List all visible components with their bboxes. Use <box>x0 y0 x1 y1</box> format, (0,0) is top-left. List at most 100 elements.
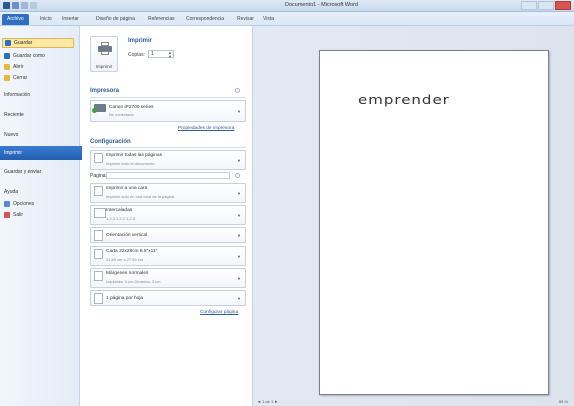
folder-icon <box>4 64 10 70</box>
print-range-dropdown[interactable]: Imprimir todas las páginas Imprimir todo… <box>90 150 246 170</box>
printer-icon <box>98 42 112 55</box>
nav-label: Imprimir <box>4 150 23 156</box>
quick-access-toolbar <box>3 2 37 10</box>
nav-guardar-como[interactable]: Guardar como <box>4 53 45 59</box>
tab-correspondencia[interactable]: Correspondencia <box>186 14 224 25</box>
copies-label: Copias: <box>128 52 145 58</box>
nav-salir[interactable]: Salir <box>4 212 23 218</box>
word-logo-icon <box>3 2 10 9</box>
page-navigator[interactable]: ◄ 1 de 1 ► <box>257 399 278 404</box>
option-sub: 21.59 cm x 27.94 cm <box>106 257 144 262</box>
nav-label: Guardar y enviar <box>4 169 42 175</box>
exit-icon <box>4 212 10 218</box>
printer-name: Canon iP2700 series <box>109 105 154 110</box>
chevron-down-icon: ▼ <box>237 296 241 301</box>
window-title: Documento1 - Microsoft Word <box>285 2 358 8</box>
nav-imprimir[interactable]: Imprimir <box>0 146 88 160</box>
save-icon[interactable] <box>12 2 19 9</box>
option-sub: Imprimir todo el documento <box>106 161 155 166</box>
divider <box>90 147 246 148</box>
info-icon[interactable] <box>235 88 240 93</box>
backstage-nav: Guardar Guardar como Abrir Cerrar Inform… <box>0 26 88 406</box>
preview-page: emprender <box>319 50 549 395</box>
print-button-label: Imprimir <box>95 64 113 69</box>
tab-insertar[interactable]: Insertar <box>62 14 79 25</box>
print-preview: emprender ◄ 1 de 1 ► 55 % <box>252 26 574 406</box>
option-main: Carta 22x28cm 8.5"x11" <box>106 249 158 254</box>
sides-dropdown[interactable]: Imprimir a una cara Imprimir solo en una… <box>90 183 246 203</box>
chevron-down-icon: ▼ <box>237 276 241 281</box>
nav-nuevo[interactable]: Nuevo <box>4 132 18 138</box>
nav-label: Ayuda <box>4 189 19 195</box>
tab-vista[interactable]: Vista <box>263 14 274 25</box>
printer-status: No conectado <box>109 112 134 117</box>
pages-per-sheet-dropdown[interactable]: 1 página por hoja ▼ <box>90 290 246 306</box>
nav-abrir[interactable]: Abrir <box>4 64 24 70</box>
nav-label: Guardar <box>14 40 33 46</box>
option-sub: 1,2,3 1,2,3 1,2,3 <box>106 216 135 221</box>
chevron-down-icon: ▼ <box>237 213 241 218</box>
nav-label: Nuevo <box>4 132 19 138</box>
tab-inicio[interactable]: Inicio <box>40 14 52 25</box>
pages-icon <box>94 153 103 163</box>
portrait-icon <box>94 230 103 241</box>
collate-dropdown[interactable]: Intercaladas 1,2,3 1,2,3 1,2,3 ▼ <box>90 205 246 225</box>
ribbon-tabs: Archivo Inicio Insertar Diseño de página… <box>0 12 574 26</box>
info-icon[interactable] <box>235 173 240 178</box>
divider <box>90 97 246 98</box>
nav-guardar-enviar[interactable]: Guardar y enviar <box>4 169 41 175</box>
orientation-dropdown[interactable]: Orientación vertical ▼ <box>90 227 246 243</box>
minimize-button[interactable] <box>521 1 537 10</box>
nav-reciente[interactable]: Reciente <box>4 112 24 118</box>
nav-label: Guardar como <box>13 53 45 59</box>
tab-diseno-pagina[interactable]: Diseño de página <box>96 14 135 25</box>
nav-opciones[interactable]: Opciones <box>4 201 34 207</box>
tab-referencias[interactable]: Referencias <box>148 14 175 25</box>
chevron-down-icon: ▼ <box>237 109 241 114</box>
chevron-down-icon: ▼ <box>237 158 241 163</box>
print-heading: Imprimir <box>128 38 153 44</box>
printer-dropdown[interactable]: Canon iP2700 series No conectado ▼ <box>90 100 246 122</box>
maximize-button[interactable] <box>538 1 554 10</box>
undo-icon[interactable] <box>21 2 28 9</box>
print-button[interactable]: Imprimir <box>90 36 118 72</box>
print-settings-panel: Imprimir Imprimir Copias: 1 ▲ ▼ Impresora… <box>82 26 252 406</box>
options-icon <box>4 201 10 207</box>
copies-stepper[interactable]: 1 ▲ ▼ <box>148 50 174 58</box>
redo-icon[interactable] <box>30 2 37 9</box>
nav-guardar[interactable]: Guardar <box>2 38 74 48</box>
collate-icon <box>94 208 106 218</box>
option-main: 1 página por hoja <box>106 296 144 301</box>
margins-dropdown[interactable]: Márgenes normales Izquierda: 3 cm Derech… <box>90 268 246 288</box>
option-main: Intercaladas <box>106 208 133 213</box>
nav-ayuda[interactable]: Ayuda <box>4 189 18 195</box>
save-icon <box>5 40 11 46</box>
paper-size-dropdown[interactable]: Carta 22x28cm 8.5"x11" 21.59 cm x 27.94 … <box>90 246 246 266</box>
option-main: Imprimir a una cara <box>106 186 148 191</box>
nav-cerrar[interactable]: Cerrar <box>4 75 27 81</box>
spin-arrows-icon[interactable]: ▲ ▼ <box>168 51 172 59</box>
printer-status-icon <box>92 104 106 113</box>
nav-label: Información <box>4 92 31 98</box>
chevron-down-icon: ▼ <box>237 233 241 238</box>
printer-properties-link[interactable]: Propiedades de impresora <box>178 126 234 131</box>
folder-close-icon <box>4 75 10 81</box>
chevron-down-icon: ▼ <box>237 191 241 196</box>
copies-value: 1 <box>151 51 154 57</box>
pages-input[interactable] <box>106 172 230 179</box>
close-button[interactable] <box>555 1 571 10</box>
option-sub: Izquierda: 3 cm Derecha: 3 cm <box>106 279 161 284</box>
tab-revisar[interactable]: Revisar <box>237 14 254 25</box>
nav-informacion[interactable]: Información <box>4 92 30 98</box>
zoom-level[interactable]: 55 % <box>559 399 568 404</box>
page-setup-link[interactable]: Configurar página <box>200 310 238 315</box>
nav-label: Abrir <box>13 64 24 70</box>
settings-section-title: Configuración <box>90 139 131 145</box>
paper-icon <box>94 249 103 259</box>
tab-archivo[interactable]: Archivo <box>2 14 29 25</box>
chevron-down-icon: ▼ <box>237 254 241 259</box>
pages-per-sheet-icon <box>94 293 103 304</box>
option-main: Orientación vertical <box>106 233 148 238</box>
option-main: Márgenes normales <box>106 271 149 276</box>
option-sub: Imprimir solo en una cara de la página <box>106 194 175 199</box>
